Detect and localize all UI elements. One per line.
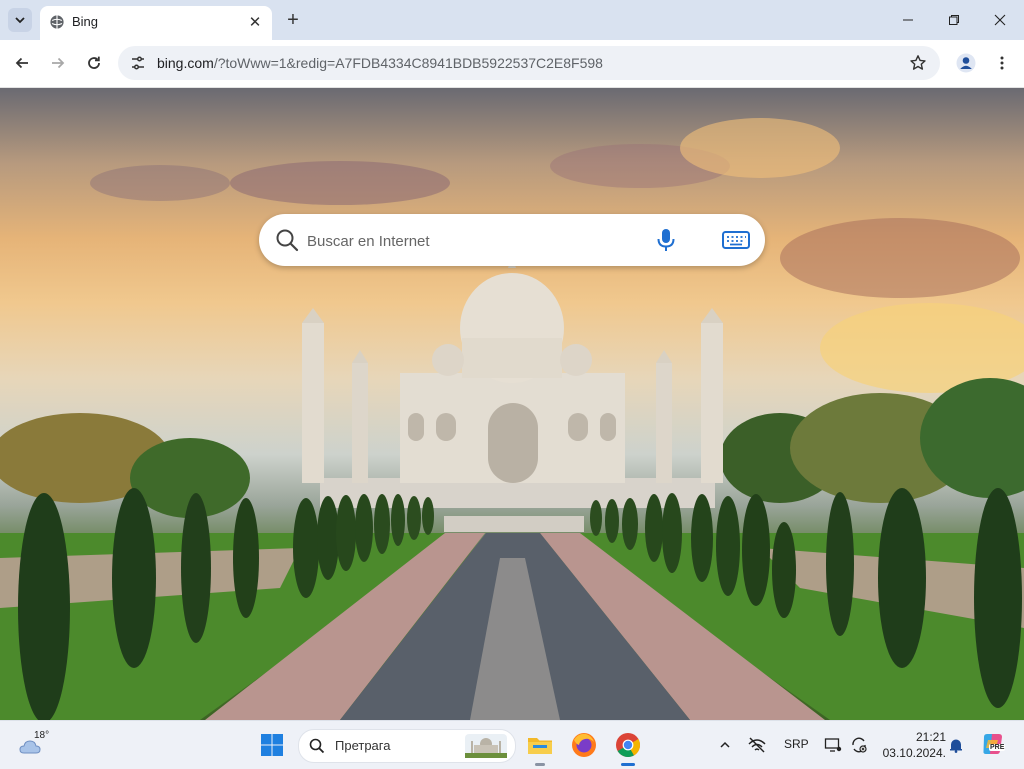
chevron-up-icon[interactable]: [714, 734, 736, 756]
file-explorer-icon[interactable]: [526, 731, 554, 766]
sync-icon[interactable]: [848, 734, 870, 756]
star-icon[interactable]: [906, 51, 930, 75]
keyboard-icon[interactable]: [721, 227, 751, 253]
tab-title: Bing: [72, 14, 99, 29]
minimize-icon[interactable]: [888, 8, 928, 32]
maximize-icon[interactable]: [934, 8, 974, 32]
bing-homepage: [0, 88, 1024, 720]
app-indicator: [535, 763, 545, 766]
copilot-icon[interactable]: PRE: [980, 731, 1006, 757]
bing-favicon: [49, 14, 65, 30]
search-input[interactable]: [305, 226, 629, 256]
search-icon: [309, 738, 325, 754]
search-highlight-image: [465, 734, 507, 758]
search-box[interactable]: [259, 214, 765, 266]
forward-icon[interactable]: [45, 50, 71, 76]
app-indicator-active: [621, 763, 635, 766]
window-close-icon[interactable]: [980, 8, 1020, 32]
network-icon[interactable]: [746, 734, 768, 756]
clock-date: 03.10.2024.: [882, 746, 946, 760]
clock[interactable]: 21:21 03.10.2024.: [876, 729, 946, 761]
background-image: [0, 118, 1024, 720]
url-host: bing.com: [157, 55, 214, 71]
reload-icon[interactable]: [81, 50, 107, 76]
back-icon[interactable]: [9, 50, 35, 76]
language-indicator[interactable]: SRP: [784, 737, 809, 751]
profile-icon[interactable]: [953, 50, 979, 76]
title-bar: Bing ✕ +: [0, 0, 1024, 40]
tab-search-button[interactable]: [8, 8, 32, 32]
url-path: /?toWww=1&redig=A7FDB4334C8941BDB5922537…: [213, 55, 603, 71]
menu-icon[interactable]: [989, 50, 1015, 76]
site-info-icon[interactable]: [126, 51, 150, 75]
plus-icon[interactable]: +: [282, 9, 304, 31]
clock-time: 21:21: [915, 730, 946, 744]
weather-widget[interactable]: 18°: [18, 730, 58, 760]
taskbar-search-label: Претрага: [335, 738, 391, 753]
browser-tab[interactable]: Bing ✕: [40, 6, 272, 40]
close-icon[interactable]: ✕: [246, 13, 264, 31]
microphone-icon[interactable]: [653, 227, 679, 253]
bell-icon[interactable]: [945, 734, 967, 756]
copilot-badge: PRE: [989, 744, 1006, 751]
address-bar[interactable]: bing.com/?toWww=1&redig=A7FDB4334C8941BD…: [118, 46, 940, 80]
taskbar-search[interactable]: Претрага: [298, 729, 516, 763]
taskbar: 18° Претрага SRP 21:21 03.10.2024. PRE: [0, 720, 1024, 769]
firefox-icon[interactable]: [570, 731, 598, 759]
weather-temp: 18°: [34, 730, 50, 741]
browser-toolbar: bing.com/?toWww=1&redig=A7FDB4334C8941BD…: [0, 40, 1024, 88]
url-text[interactable]: bing.com/?toWww=1&redig=A7FDB4334C8941BD…: [157, 55, 603, 71]
display-icon[interactable]: [822, 734, 844, 756]
chrome-icon[interactable]: [614, 731, 642, 766]
windows-icon[interactable]: [260, 733, 284, 757]
search-icon[interactable]: [275, 228, 299, 252]
chevron-down-icon: [15, 17, 25, 24]
